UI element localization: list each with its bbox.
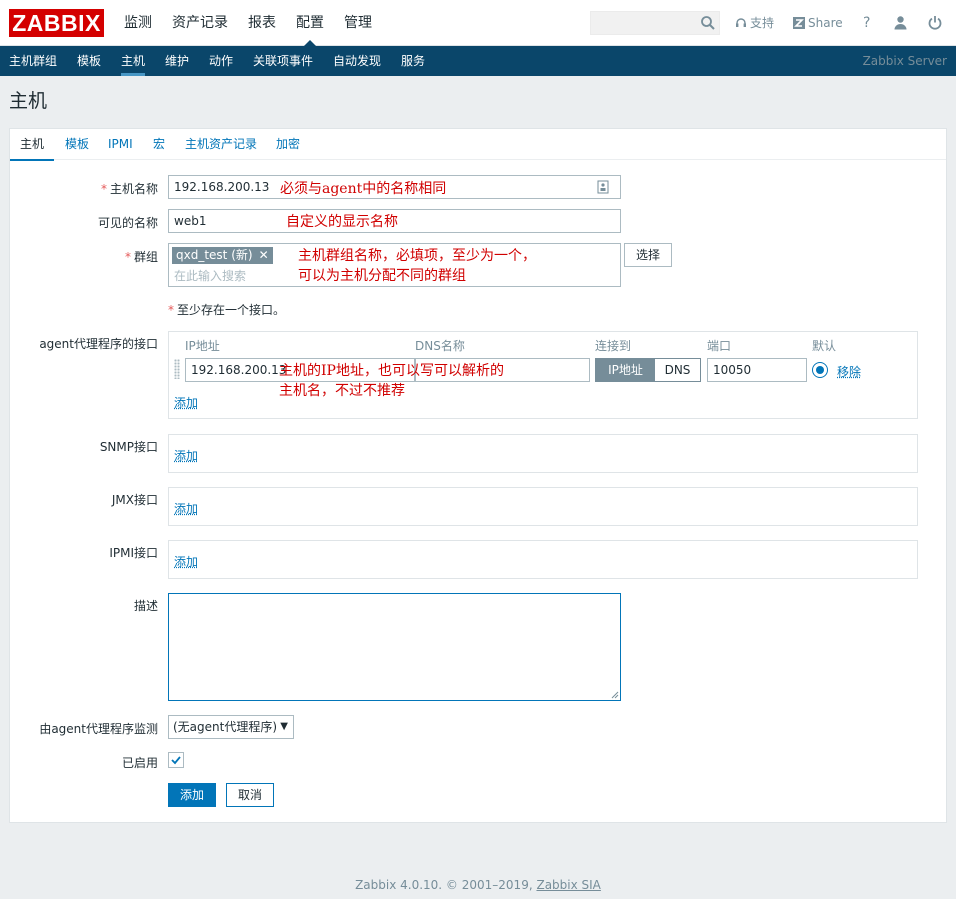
agent-interface-label: agent代理程序的接口	[39, 337, 158, 351]
description-label: 描述	[133, 599, 158, 613]
zabbix-logo[interactable]: ZABBIX	[9, 9, 104, 37]
contact-card-icon	[597, 180, 609, 194]
subnav-services[interactable]: 服务	[401, 46, 425, 76]
add-jmx-interface-link[interactable]: 添加	[174, 500, 198, 517]
tab-ipmi[interactable]: IPMI	[108, 129, 133, 160]
proxy-select-value: (无agent代理程序)	[173, 720, 278, 734]
main-menu: 监测 资产记录 报表 配置 管理	[114, 0, 382, 47]
user-profile-icon[interactable]	[893, 15, 908, 30]
col-ip-header: IP地址	[185, 339, 220, 353]
agent-interface-box: IP地址 DNS名称 连接到 端口 默认 192.168.200.13 IP地址…	[168, 331, 918, 419]
groups-label: * 群组	[124, 250, 158, 264]
tab-macros[interactable]: 宏	[153, 129, 165, 160]
tab-host[interactable]: 主机	[9, 129, 55, 161]
menu-inventory[interactable]: 资产记录	[162, 0, 238, 46]
col-connect-header: 连接到	[595, 339, 632, 353]
default-interface-radio[interactable]	[812, 362, 828, 378]
sub-navigation: 主机群组 模板 主机 维护 动作 关联项事件 自动发现 服务 Zabbix Se…	[0, 46, 956, 76]
group-annotation-1: 主机群组名称，必填项，至少为一个，	[298, 248, 536, 264]
subnav-maintenance[interactable]: 维护	[165, 46, 189, 76]
top-header: ZABBIX 监测 资产记录 报表 配置 管理 支持 Share ?	[0, 0, 956, 47]
remove-interface-link[interactable]: 移除	[837, 363, 861, 380]
resize-grip-icon[interactable]	[611, 691, 619, 699]
subnav-actions[interactable]: 动作	[209, 46, 233, 76]
tab-inventory[interactable]: 主机资产记录	[185, 129, 257, 160]
form-tabs: 主机 模板 IPMI 宏 主机资产记录 加密	[9, 129, 946, 161]
ip-annotation-1: 主机的IP地址，也可以写可以解析的	[279, 363, 504, 379]
drag-handle-icon[interactable]	[174, 359, 180, 379]
agent-port-value: 10050	[713, 363, 752, 377]
menu-configuration[interactable]: 配置	[286, 0, 334, 47]
dropdown-arrow-icon: ▼	[280, 721, 288, 732]
tab-templates[interactable]: 模板	[65, 129, 89, 160]
share-z-icon	[793, 17, 805, 29]
ip-annotation-2: 主机名，不过不推荐	[279, 383, 405, 399]
add-ipmi-interface-link[interactable]: 添加	[174, 553, 198, 570]
add-snmp-interface-link[interactable]: 添加	[174, 447, 198, 464]
interface-required-note: * 至少存在一个接口。	[168, 303, 286, 317]
host-name-value: 192.168.200.13	[174, 180, 270, 194]
support-label: 支持	[750, 16, 775, 30]
col-port-header: 端口	[707, 339, 732, 353]
group-tag-label: qxd_test (新)	[176, 248, 253, 262]
enabled-label: 已启用	[121, 756, 158, 770]
tab-encryption[interactable]: 加密	[276, 129, 300, 160]
share-link[interactable]: Share	[793, 0, 843, 46]
visible-name-value: web1	[174, 214, 207, 228]
subnav-hosts[interactable]: 主机	[121, 46, 146, 76]
connect-ip-option[interactable]: IP地址	[596, 359, 655, 381]
proxy-select[interactable]: (无agent代理程序) ▼	[168, 715, 294, 739]
submit-add-button[interactable]: 添加	[168, 783, 216, 807]
subnav-discovery[interactable]: 自动发现	[333, 46, 381, 76]
headset-icon	[736, 18, 746, 27]
cancel-button[interactable]: 取消	[226, 783, 274, 807]
proxy-label: 由agent代理程序监测	[39, 722, 158, 736]
jmx-interface-label: JMX接口	[111, 493, 158, 507]
connect-to-toggle: IP地址 DNS	[595, 358, 701, 382]
support-link[interactable]: 支持	[735, 0, 774, 46]
help-icon[interactable]: ?	[863, 0, 870, 46]
enabled-checkbox[interactable]	[168, 752, 184, 768]
footer: Zabbix 4.0.10. © 2001–2019, Zabbix SIA	[0, 878, 956, 892]
menu-monitoring[interactable]: 监测	[114, 0, 162, 46]
snmp-interface-label: SNMP接口	[99, 440, 158, 454]
subnav-host-groups[interactable]: 主机群组	[9, 46, 57, 76]
subnav-templates[interactable]: 模板	[77, 46, 101, 76]
group-tag: qxd_test (新) ✕	[172, 247, 273, 264]
remove-tag-icon[interactable]: ✕	[259, 247, 269, 264]
jmx-interface-box: 添加	[168, 487, 918, 526]
checkmark-icon	[171, 756, 181, 765]
col-dns-header: DNS名称	[415, 339, 465, 353]
host-name-annotation: 必须与agent中的名称相同	[280, 181, 447, 197]
ipmi-interface-label: IPMI接口	[109, 546, 158, 560]
host-name-label: * 主机名称	[100, 182, 158, 196]
sign-out-icon[interactable]	[928, 15, 942, 30]
connect-dns-option[interactable]: DNS	[655, 359, 700, 381]
agent-ip-value: 192.168.200.13	[191, 363, 287, 377]
ipmi-interface-box: 添加	[168, 540, 918, 579]
server-name: Zabbix Server	[862, 54, 947, 68]
footer-link[interactable]: Zabbix SIA	[536, 878, 600, 892]
add-agent-interface-link[interactable]: 添加	[174, 394, 198, 411]
subnav-correlation[interactable]: 关联项事件	[253, 46, 313, 76]
col-default-header: 默认	[812, 339, 837, 353]
share-label: Share	[808, 16, 843, 30]
footer-text: Zabbix 4.0.10. © 2001–2019,	[355, 878, 533, 892]
menu-administration[interactable]: 管理	[334, 0, 382, 46]
menu-reports[interactable]: 报表	[238, 0, 286, 46]
snmp-interface-box: 添加	[168, 434, 918, 473]
host-form: 主机 模板 IPMI 宏 主机资产记录 加密 * 主机名称 192.168.200…	[9, 128, 947, 823]
select-groups-button[interactable]: 选择	[624, 243, 672, 267]
page-title: 主机	[9, 90, 48, 112]
groups-search-placeholder[interactable]: 在此输入搜索	[174, 267, 246, 284]
agent-port-field[interactable]: 10050	[707, 358, 807, 382]
group-annotation-2: 可以为主机分配不同的群组	[298, 268, 466, 284]
search-icon[interactable]	[700, 15, 716, 31]
description-textarea[interactable]	[168, 593, 621, 701]
visible-name-annotation: 自定义的显示名称	[286, 214, 398, 230]
visible-name-label: 可见的名称	[97, 216, 158, 230]
